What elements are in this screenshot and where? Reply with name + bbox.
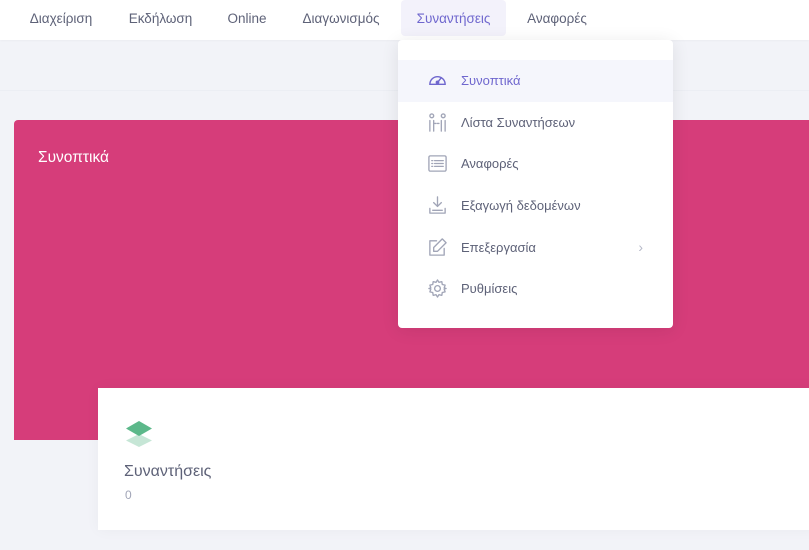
gear-icon (426, 278, 448, 300)
menu-item-export-data[interactable]: Εξαγωγή δεδομένων (398, 185, 673, 227)
stat-value: 0 (125, 488, 132, 502)
meetings-dropdown-menu: Συνοπτικά Λίστα Συναντήσεων Αναφορές Εξα… (398, 40, 673, 328)
list-report-icon (426, 153, 448, 175)
nav-item-management[interactable]: Διαχείριση (18, 0, 104, 36)
meetings-stat-card: Συναντήσεις 0 (98, 388, 809, 530)
menu-item-meeting-list[interactable]: Λίστα Συναντήσεων (398, 102, 673, 144)
menu-item-label: Λίστα Συναντήσεων (461, 114, 576, 130)
menu-item-label: Συνοπτικά (461, 73, 521, 89)
layers-icon (124, 418, 154, 448)
menu-item-label: Επεξεργασία (461, 239, 536, 255)
nav-item-online[interactable]: Online (217, 0, 277, 36)
menu-item-label: Εξαγωγή δεδομένων (461, 198, 581, 214)
edit-pencil-icon (426, 236, 448, 258)
nav-item-reports[interactable]: Αναφορές (516, 0, 598, 36)
menu-item-label: Αναφορές (461, 156, 519, 172)
menu-item-reports[interactable]: Αναφορές (398, 143, 673, 185)
nav-item-event[interactable]: Εκδήλωση (119, 0, 202, 36)
menu-item-summary[interactable]: Συνοπτικά (398, 60, 673, 102)
menu-item-edit[interactable]: Επεξεργασία › (398, 226, 673, 268)
nav-item-meetings[interactable]: Συναντήσεις (401, 0, 506, 36)
page-title: Συνοπτικά (38, 149, 109, 166)
nav-item-contest[interactable]: Διαγωνισμός (292, 0, 390, 36)
menu-item-label: Ρυθμίσεις (461, 281, 518, 297)
stat-label: Συναντήσεις (124, 463, 212, 480)
dashboard-gauge-icon (426, 70, 448, 92)
top-navigation-bar: Διαχείριση Εκδήλωση Online Διαγωνισμός Σ… (0, 0, 809, 40)
export-download-icon (426, 195, 448, 217)
menu-item-settings[interactable]: Ρυθμίσεις (398, 268, 673, 310)
people-meeting-icon (426, 111, 448, 133)
chevron-right-icon: › (638, 239, 643, 256)
